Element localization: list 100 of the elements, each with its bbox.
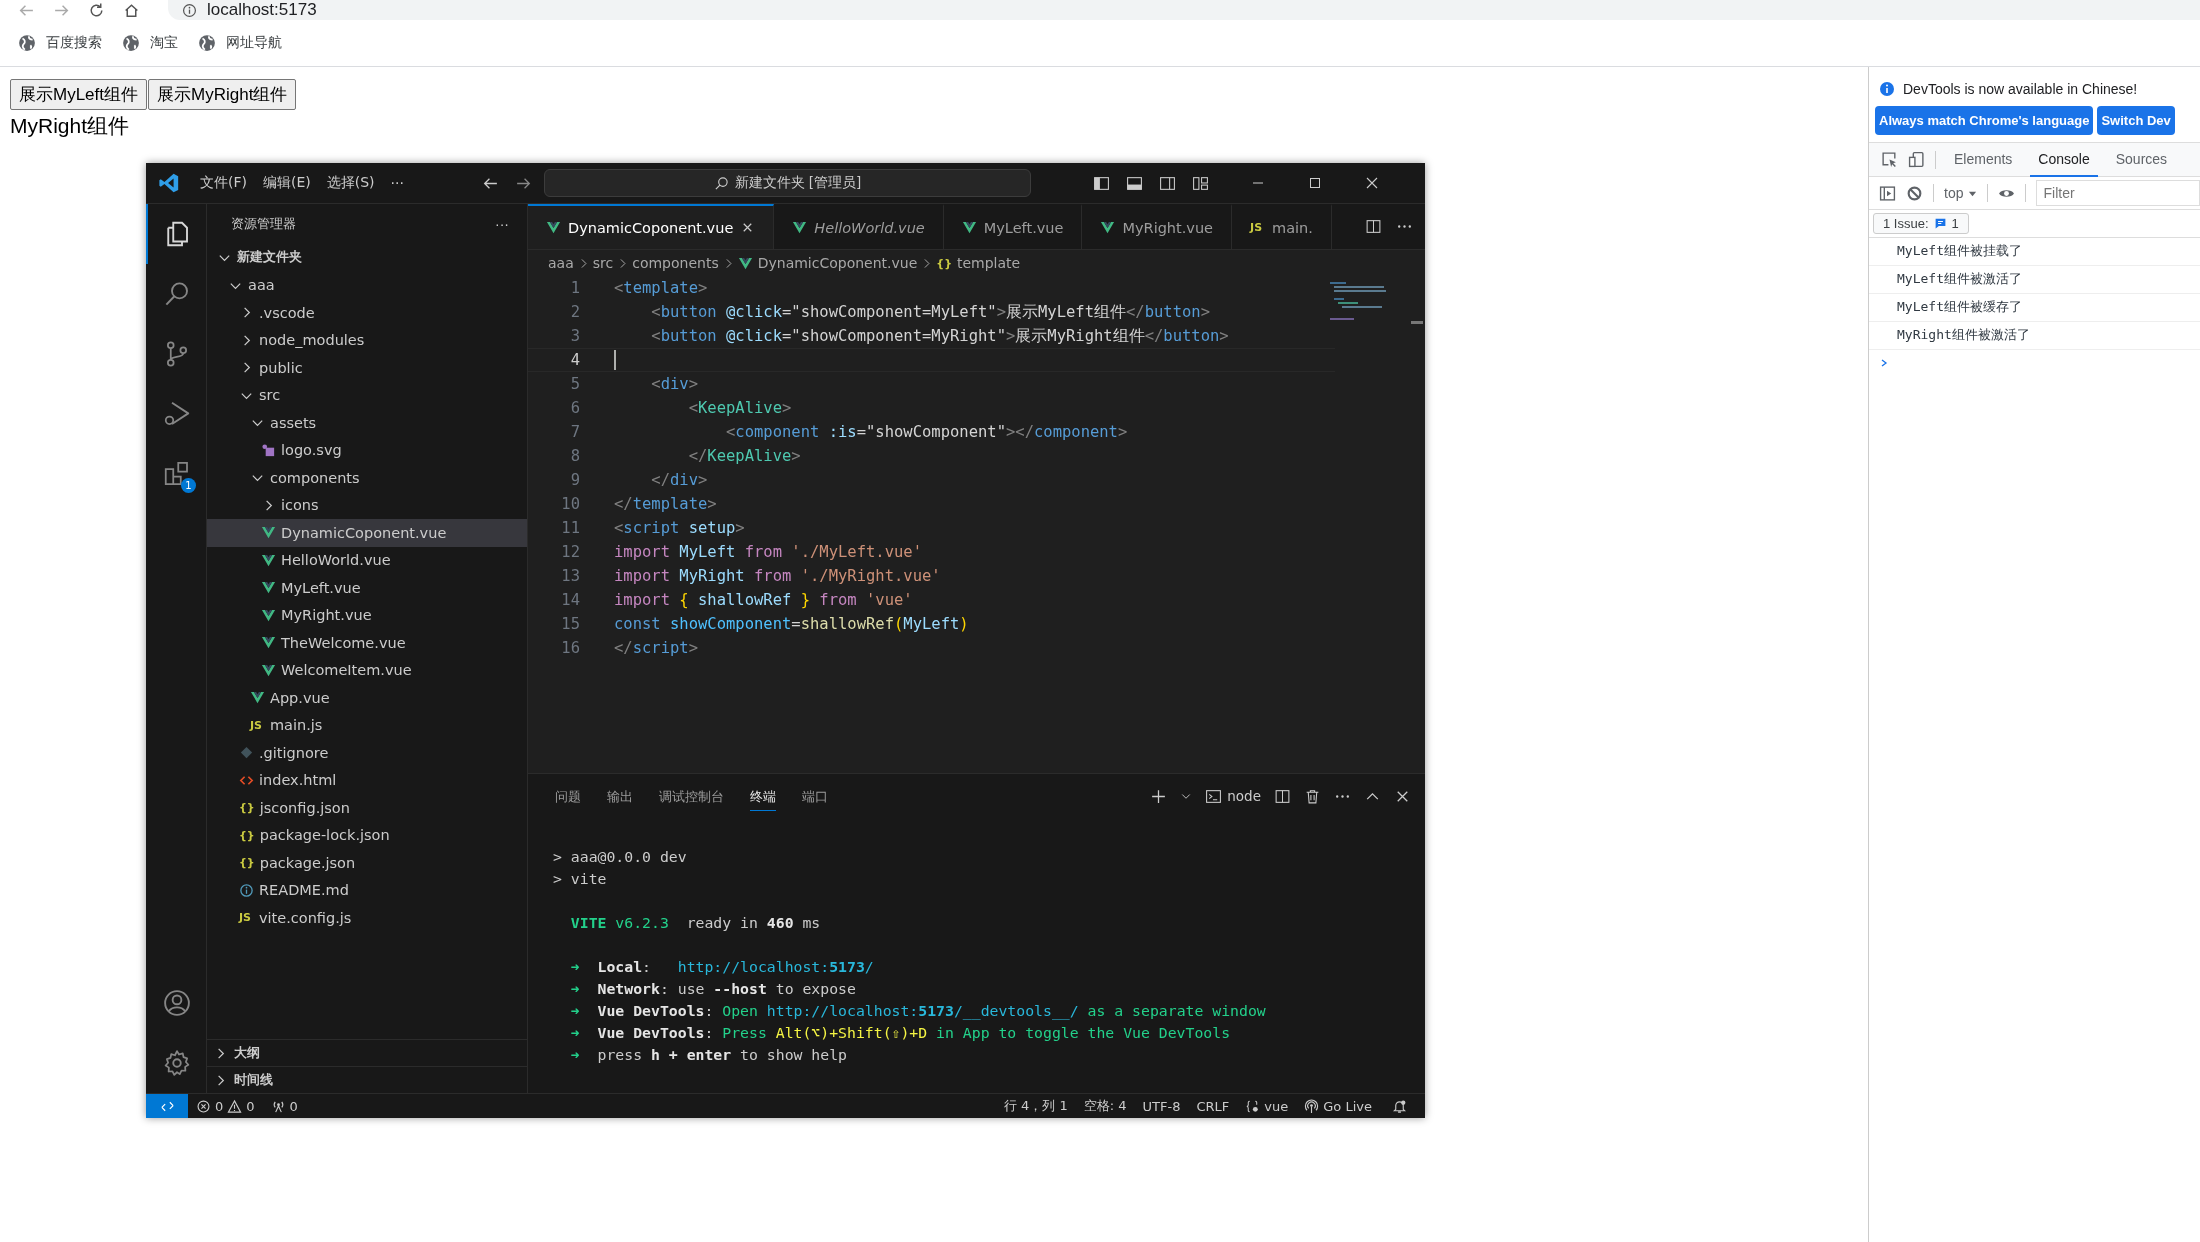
editor-tab[interactable]: JS main. [1232,204,1332,249]
menu-item[interactable]: 文件(F) [192,170,255,196]
breadcrumb-item[interactable]: src [592,255,614,271]
folder-item[interactable]: icons [207,491,527,519]
account-icon[interactable] [162,988,192,1018]
error-icon [196,1098,211,1114]
breadcrumb-item[interactable]: aaa [548,255,574,271]
file-item[interactable]: App.vue [207,684,527,712]
bookmark[interactable]: 淘宝 [122,34,178,52]
clear-icon[interactable] [1906,184,1923,202]
language-button[interactable]: Always match Chrome's language [1875,106,2094,135]
command-center[interactable]: 新建文件夹 [管理员] [543,169,1031,197]
file-item[interactable]: logo.svg [207,436,527,464]
menu-item[interactable]: 选择(S) [318,170,383,196]
scrollbar-thumb[interactable] [1411,321,1423,324]
issues-button[interactable]: 1 Issue: 1 [1873,213,1969,234]
show-component-button[interactable]: 展示MyRight组件 [148,79,297,110]
code-line: <script setup> [614,519,745,537]
editor-tab[interactable]: DynamicCoponent.vue [528,204,775,249]
code-line: <button @click="showComponent=MyRight">展示MyRight组件</button> [650,325,1229,347]
file-item[interactable]: JS vite.config.js [207,904,527,932]
file-item[interactable]: TheWelcome.vue [207,629,527,657]
language-button[interactable]: Switch Dev [2097,106,2175,135]
panel-tab[interactable]: 问题 [555,781,581,811]
split-layout-icon[interactable] [1158,174,1176,192]
file-item[interactable]: README.md [207,876,527,904]
folder-item[interactable]: 新建文件夹 [207,244,527,272]
split-terminal-icon[interactable] [1274,787,1291,805]
editor-tab[interactable]: HelloWorld.vue [774,204,944,249]
settings-icon[interactable] [162,1048,192,1078]
inspect-icon[interactable] [1881,151,1898,168]
filter-field[interactable]: Filter [2036,180,2200,206]
folder-item[interactable]: src [207,381,527,409]
breadcrumb-item[interactable]: DynamicCoponent.vue [737,255,918,271]
code-line: import MyLeft from './MyLeft.vue' [614,543,922,561]
folder-item[interactable]: .vscode [207,299,527,327]
sidebar-layout-icon[interactable] [1092,174,1110,192]
file-item[interactable]: WelcomeItem.vue [207,656,527,684]
panel-tab[interactable]: 调试控制台 [659,781,724,811]
bookmark[interactable]: 百度搜索 [18,34,102,52]
reload-icon[interactable] [88,1,105,19]
menu-item[interactable]: 编辑(E) [255,170,319,196]
file-item[interactable]: DynamicCoponent.vue [207,519,527,547]
terminal-line: > vite [553,869,608,889]
problems-status[interactable]: 0 0 [188,1098,263,1114]
file-item[interactable]: {} package-lock.json [207,821,527,849]
context-dropdown[interactable]: top [1944,185,1978,201]
vue-file-icon [792,220,808,235]
folder-item[interactable]: aaa [207,271,527,299]
bookmark[interactable]: 网址导航 [198,34,282,52]
extensions-activity-button[interactable]: 1 [146,444,206,504]
layout-grid-icon[interactable] [1191,174,1209,192]
split-editor-icon[interactable] [1365,218,1382,235]
bell-icon[interactable] [1392,1098,1407,1114]
file-item[interactable]: MyRight.vue [207,601,527,629]
editor-tab[interactable]: MyRight.vue [1082,204,1233,249]
plus-icon[interactable] [1150,787,1168,805]
menu-item[interactable]: ··· [382,171,412,195]
folder-item[interactable]: public [207,354,527,382]
status-item[interactable]: CRLF [1188,1098,1238,1114]
show-component-button[interactable]: 展示MyLeft组件 [10,79,148,110]
address-bar[interactable]: localhost:5173 [168,0,2200,20]
file-item[interactable]: index.html [207,766,527,794]
ports-status[interactable]: 0 [262,1098,306,1114]
folder-item[interactable]: components [207,464,527,492]
file-item[interactable]: JS main.js [207,711,527,739]
vue-file-icon [261,580,276,596]
breadcrumb-item[interactable]: components [632,255,719,271]
status-item[interactable]: 行 4，列 1 [996,1097,1076,1115]
file-item[interactable]: HelloWorld.vue [207,546,527,574]
folder-item[interactable]: assets [207,409,527,437]
language-status[interactable]: vue [1237,1098,1297,1114]
devtools-tab[interactable]: Console [2030,142,2098,177]
collapsed-section[interactable]: 大纲 [207,1039,527,1066]
sidebar-icon[interactable] [1879,184,1896,202]
devtools-tab[interactable]: Elements [1946,142,2021,177]
breadcrumb-item[interactable]: {} template [936,255,1021,271]
vue-file-icon [261,635,276,651]
panel-tab[interactable]: 输出 [607,781,633,811]
editor-tab[interactable]: MyLeft.vue [943,204,1083,249]
panel-tab[interactable]: 终端 [750,781,776,811]
device-icon[interactable] [1908,151,1925,168]
panel-tab[interactable]: 端口 [802,781,828,811]
line-number: 15 [560,615,580,633]
file-item[interactable]: .gitignore [207,739,527,767]
folder-item[interactable]: node_modules [207,326,527,354]
vue-file-icon [261,607,276,623]
file-item[interactable]: MyLeft.vue [207,574,527,602]
terminal-selector[interactable]: node [1205,787,1261,805]
devtools-tab[interactable]: Sources [2107,142,2176,177]
more-actions-button[interactable]: ··· [489,215,515,233]
go-live-button[interactable]: Go Live [1296,1098,1380,1114]
home-icon[interactable] [123,1,140,19]
code-line: </script> [614,639,698,657]
file-item[interactable]: {} package.json [207,849,527,877]
file-item[interactable]: {} jsconfig.json [207,794,527,822]
status-item[interactable]: 空格: 4 [1075,1097,1135,1115]
panel-layout-icon[interactable] [1125,174,1143,192]
trash-icon[interactable] [1304,787,1321,805]
status-item[interactable]: UTF-8 [1134,1098,1189,1114]
